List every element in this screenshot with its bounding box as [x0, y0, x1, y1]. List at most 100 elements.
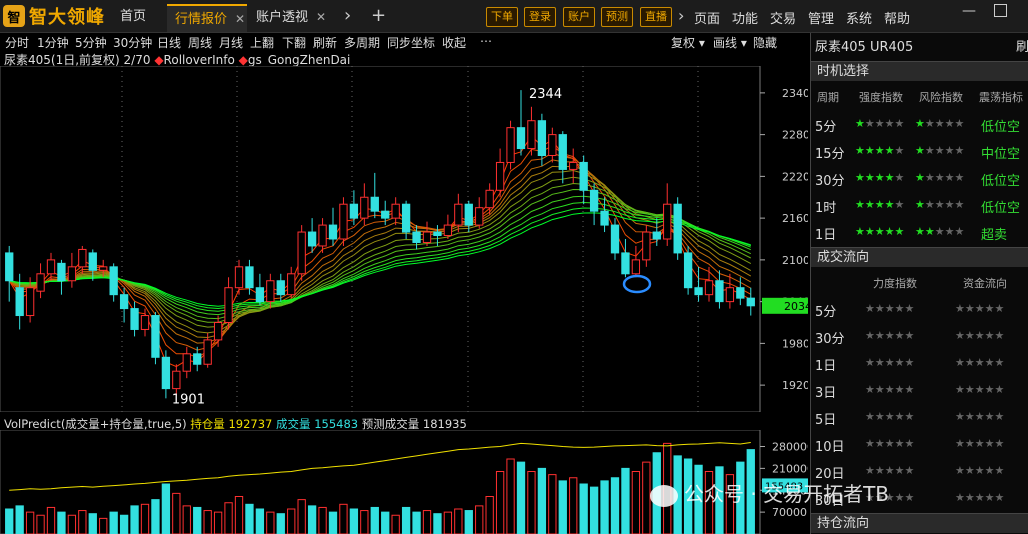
volume-bar — [266, 511, 275, 534]
chevron-right-icon[interactable]: › — [344, 5, 351, 26]
volume-bar — [569, 477, 578, 534]
candle-body — [631, 259, 641, 275]
timing-row[interactable]: 1时 ★★★★★ ★★★★★ 低位空 — [811, 192, 1028, 219]
row-period: 1日 — [815, 359, 837, 374]
period-tick[interactable]: 分时 — [5, 34, 29, 51]
flow-row[interactable]: 1日 ★★★★★ ★★★★★ — [811, 350, 1028, 377]
indicator-dot-icon: ◆ — [154, 53, 164, 67]
candle-body — [182, 353, 191, 372]
volume-bar — [161, 483, 171, 534]
close-icon[interactable]: ✕ — [316, 10, 326, 24]
period-day[interactable]: 日线 — [157, 34, 181, 51]
volume-bar — [25, 511, 35, 534]
chevron-right-icon[interactable]: › — [678, 6, 684, 25]
candle-body — [715, 280, 724, 303]
force-stars: ★★★★★ — [865, 383, 915, 396]
watermark: 公众号 · 交易开拓者TB — [650, 478, 889, 507]
volume-bar — [15, 505, 24, 534]
collapse-button[interactable]: 收起 — [442, 34, 466, 51]
flow-row[interactable]: 5分 ★★★★★ ★★★★★ — [811, 296, 1028, 323]
candle-body — [349, 203, 359, 219]
page-up-button[interactable]: 上翻 — [250, 34, 274, 51]
oi-flow-section-header[interactable]: 持仓流向 — [811, 513, 1028, 533]
predict-button[interactable]: 预测 — [601, 7, 633, 27]
add-tab-icon[interactable]: + — [371, 5, 386, 26]
maximize-icon[interactable] — [994, 4, 1007, 17]
order-button[interactable]: 下单 — [486, 7, 518, 27]
pred-label: 预测成交量 — [361, 417, 420, 431]
timing-row[interactable]: 30分 ★★★★★ ★★★★★ 低位空 — [811, 165, 1028, 192]
app-logo[interactable]: 智 智大领峰 — [3, 4, 105, 28]
tab-home[interactable]: 首页 — [112, 4, 167, 32]
flow-row[interactable]: 30分 ★★★★★ ★★★★★ — [811, 323, 1028, 350]
candle-body — [569, 161, 578, 170]
fund-stars: ★★★★★ — [955, 383, 1005, 396]
candle-body — [506, 127, 515, 163]
tab-quotes[interactable]: 行情报价 ✕ — [167, 4, 247, 32]
menu-trade[interactable]: 交易 — [770, 8, 796, 27]
fund-stars: ★★★★★ — [955, 356, 1005, 369]
candle-body — [67, 266, 77, 282]
hide-button[interactable]: 隐藏 — [753, 34, 777, 51]
candle-body — [527, 120, 536, 150]
candle-body — [276, 280, 285, 296]
volume-bar — [631, 471, 641, 534]
volume-bar — [589, 486, 599, 534]
volume-bar — [558, 480, 567, 534]
more-icon[interactable]: ⋯ — [480, 34, 492, 48]
period-month[interactable]: 月线 — [219, 34, 243, 51]
menu-function[interactable]: 功能 — [732, 8, 758, 27]
menu-system[interactable]: 系统 — [846, 8, 872, 27]
period-1min[interactable]: 1分钟 — [37, 34, 69, 51]
candle-body — [203, 339, 212, 365]
timing-row[interactable]: 5分 ★★★★★ ★★★★★ 低位空 — [811, 111, 1028, 138]
volume-bar — [46, 506, 56, 534]
volume-bar — [67, 514, 77, 534]
oi-label: 持仓量 — [190, 417, 225, 431]
period-5min[interactable]: 5分钟 — [75, 34, 107, 51]
tab-account-view[interactable]: 账户透视 ✕ — [248, 4, 334, 32]
candle-body — [422, 231, 432, 243]
menu-help[interactable]: 帮助 — [884, 8, 910, 27]
volume-bar — [5, 508, 14, 534]
candle-body — [663, 203, 672, 240]
fund-stars: ★★★★★ — [955, 464, 1005, 477]
volume-bar — [151, 499, 160, 534]
minimize-icon[interactable]: — — [962, 3, 976, 19]
strength-stars: ★★★★★ — [855, 225, 905, 238]
flow-section-header[interactable]: 成交流向 — [811, 247, 1028, 267]
volume-bar — [297, 499, 306, 534]
menu-manage[interactable]: 管理 — [808, 8, 834, 27]
indicator-gongzhendai[interactable]: gs_GongZhenDai — [248, 53, 350, 67]
flow-row[interactable]: 10日 ★★★★★ ★★★★★ — [811, 431, 1028, 458]
account-button[interactable]: 账户 — [563, 7, 595, 27]
login-button[interactable]: 登录 — [524, 7, 556, 27]
timing-row[interactable]: 15分 ★★★★★ ★★★★★ 中位空 — [811, 138, 1028, 165]
volume-bar — [172, 492, 181, 534]
flow-row[interactable]: 5日 ★★★★★ ★★★★★ — [811, 404, 1028, 431]
timing-section-header[interactable]: 时机选择 — [811, 61, 1028, 81]
timing-row[interactable]: 1日 ★★★★★ ★★★★★ 超卖 — [811, 219, 1028, 246]
menu-page[interactable]: 页面 — [694, 8, 720, 27]
multi-period-button[interactable]: 多周期 — [344, 34, 380, 51]
candle-body — [318, 224, 327, 247]
refresh-button[interactable]: 刷新 — [313, 34, 337, 51]
risk-stars: ★★★★★ — [915, 198, 965, 211]
period-week[interactable]: 周线 — [188, 34, 212, 51]
adjust-dropdown[interactable]: 复权 ▾ — [671, 34, 705, 51]
close-icon[interactable]: ✕ — [235, 12, 245, 26]
candle-body — [642, 231, 651, 261]
live-button[interactable]: 直播 — [640, 7, 672, 27]
refresh-edge-label[interactable]: 刷 — [1016, 36, 1028, 55]
y-tick-label: 2340 — [782, 87, 808, 100]
col-force: 力度指数 — [873, 277, 917, 290]
indicator-rollover[interactable]: RolloverInfo — [164, 53, 235, 67]
page-down-button[interactable]: 下翻 — [282, 34, 306, 51]
candle-body — [381, 210, 390, 219]
volume-bar — [527, 471, 536, 534]
flow-row[interactable]: 3日 ★★★★★ ★★★★★ — [811, 377, 1028, 404]
sync-axis-button[interactable]: 同步坐标 — [387, 34, 435, 51]
period-30min[interactable]: 30分钟 — [113, 34, 152, 51]
draw-dropdown[interactable]: 画线 ▾ — [713, 34, 747, 51]
candlestick-chart[interactable]: 2340228022202160210020401980192023441901… — [0, 66, 808, 412]
